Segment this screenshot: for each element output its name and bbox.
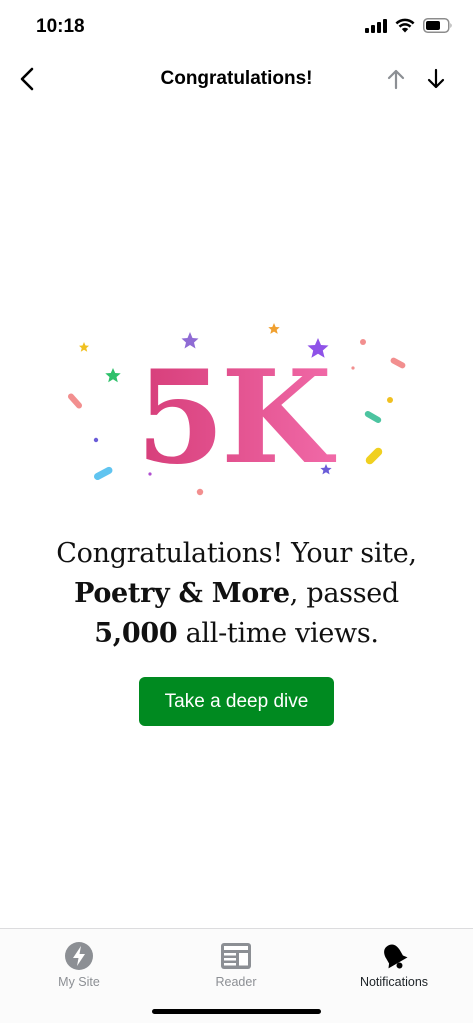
arrow-down-icon — [427, 68, 445, 89]
deep-dive-button[interactable]: Take a deep dive — [139, 677, 334, 726]
next-button[interactable] — [420, 62, 452, 96]
signal-icon — [365, 18, 387, 33]
message-intro: Congratulations! Your site, — [56, 538, 417, 569]
message-views-suffix: all-time views. — [177, 618, 379, 649]
tab-notifications-label: Notifications — [359, 975, 429, 989]
bell-icon — [384, 944, 408, 969]
tab-my-site-label: My Site — [58, 975, 100, 989]
status-bar: 10:18 — [0, 0, 473, 56]
status-time: 10:18 — [36, 16, 85, 37]
confetti-graphic: 5K — [67, 323, 406, 496]
message-passed: , passed — [289, 578, 399, 609]
tab-reader-label: Reader — [215, 975, 257, 989]
nav-bar: Congratulations! — [0, 56, 473, 104]
milestone-badge: 5K — [136, 343, 337, 493]
views-count: 5,000 — [94, 618, 178, 649]
battery-icon — [423, 18, 452, 33]
tab-my-site[interactable]: My Site — [19, 935, 139, 995]
tab-reader[interactable]: Reader — [176, 935, 296, 995]
home-indicator — [152, 1009, 321, 1014]
my-site-icon — [65, 942, 93, 970]
previous-button[interactable] — [380, 62, 412, 96]
congratulations-message: Congratulations! Your site, Poetry & Mor… — [20, 534, 453, 654]
reader-icon — [221, 943, 251, 969]
tab-notifications[interactable]: Notifications — [334, 935, 454, 995]
status-icons — [365, 18, 453, 33]
arrow-up-icon — [387, 69, 405, 90]
site-name: Poetry & More — [74, 578, 290, 609]
wifi-icon — [395, 18, 415, 33]
milestone-illustration: 5K — [60, 318, 420, 508]
